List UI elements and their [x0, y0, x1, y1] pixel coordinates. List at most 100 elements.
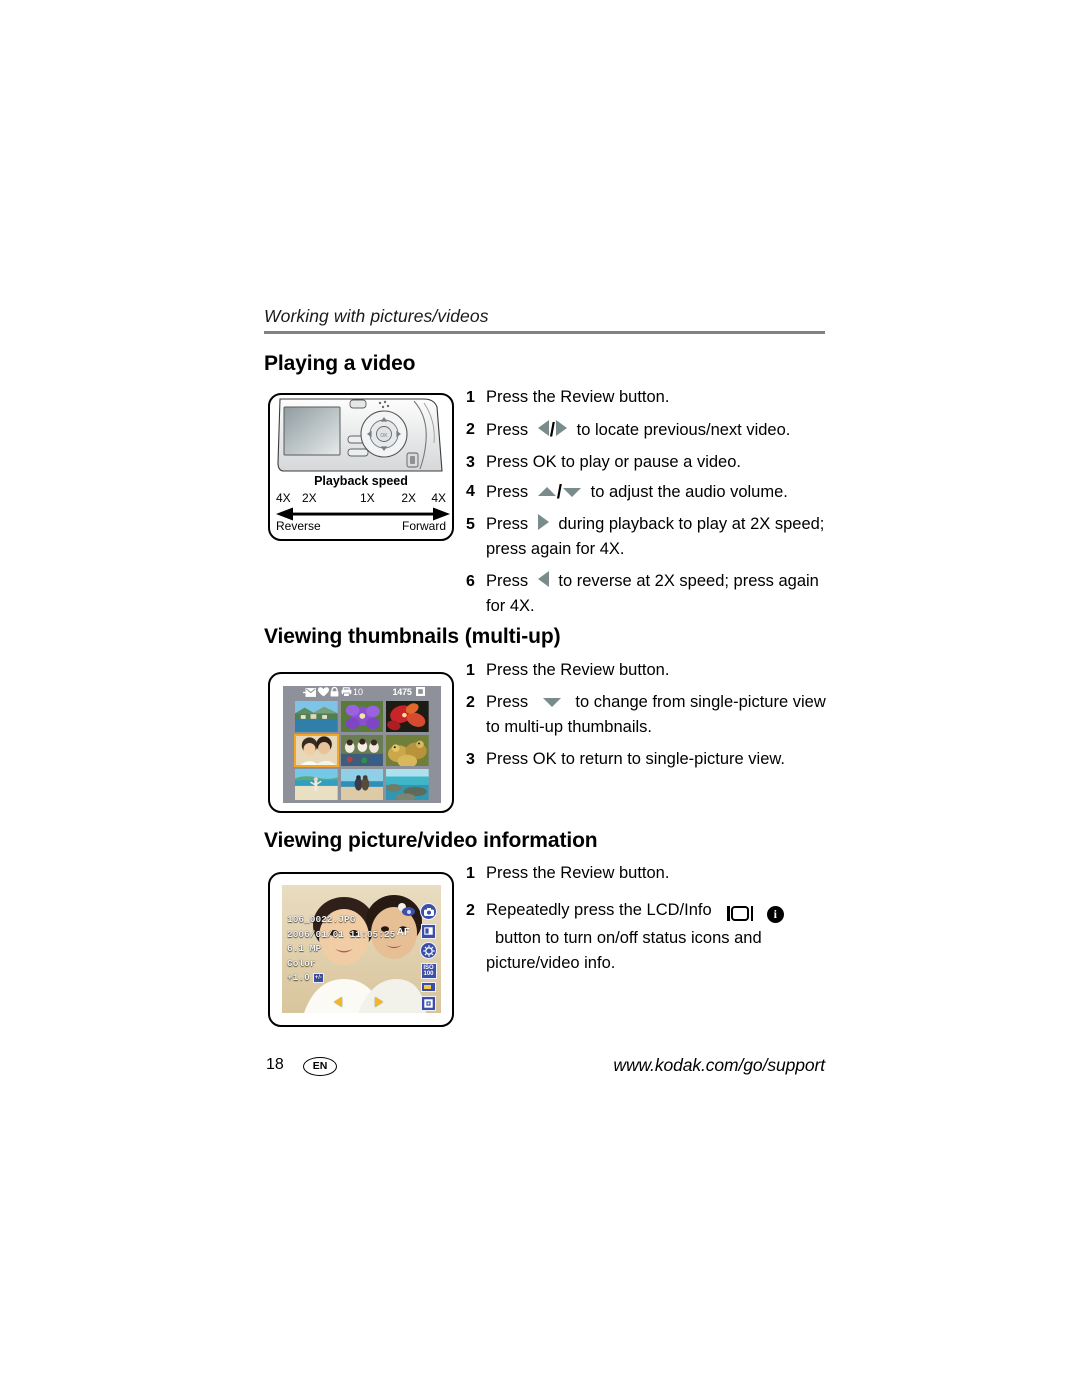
- thumbnail-item[interactable]: [340, 769, 384, 800]
- thumbnail-item[interactable]: [386, 735, 429, 766]
- step-item: 1 Press the Review button.: [466, 658, 828, 683]
- step-item: 1 Press the Review button.: [466, 385, 828, 410]
- step-number: 3: [466, 751, 475, 768]
- step-item: 3 Press OK to play or pause a video.: [466, 450, 828, 475]
- running-header: Working with pictures/videos: [264, 306, 489, 326]
- picture-info-text: 106_0022.JPG 2006/01/01 11:05:25 6.1 MP …: [287, 913, 395, 986]
- step-text-after: button to turn on/off status icons and p…: [486, 929, 762, 972]
- exposure-metering-icon: [421, 995, 436, 1011]
- thumbnail-item[interactable]: [295, 701, 338, 732]
- exposure-comp-icon: +/-: [312, 973, 324, 984]
- step-text-before: Repeatedly press the LCD/Info: [486, 901, 712, 919]
- step-text: Press OK to play or pause a video.: [486, 453, 741, 471]
- footer-support-url: www.kodak.com/go/support: [613, 1055, 825, 1075]
- step-text: Press the Review button.: [486, 864, 670, 882]
- scale-reverse-4x: 4X: [276, 491, 291, 505]
- step-number: 3: [466, 454, 475, 471]
- step-text-after: to adjust the audio volume.: [590, 483, 788, 501]
- step-text: Press / to adjust the audio volume.: [486, 479, 828, 505]
- step-number: 1: [466, 865, 475, 882]
- info-color-mode: Color: [287, 957, 316, 969]
- lcd-info-button-icon: [727, 901, 754, 926]
- scale-center-1x: 1X: [360, 491, 375, 505]
- step-text-before: Press: [486, 483, 529, 501]
- battery-icon: [421, 982, 436, 992]
- step-text: Press / to locate previous/next video.: [486, 417, 828, 443]
- scale-forward-2x: 2X: [401, 491, 416, 505]
- thumbnail-item-selected[interactable]: [294, 734, 339, 767]
- manual-page: Working with pictures/videos Playing a v…: [0, 0, 1080, 1397]
- iso-label: ISO: [423, 964, 434, 971]
- thumbnail-item[interactable]: [340, 735, 384, 766]
- step-text-after: to locate previous/next video.: [576, 421, 791, 439]
- steps-viewing-picture-video-information: 1 Press the Review button. 2 Repeatedly …: [466, 861, 828, 983]
- section-title-viewing-thumbnails: Viewing thumbnails (multi-up): [264, 625, 561, 648]
- playback-speed-caption: Playback speed: [314, 474, 408, 488]
- step-text: Repeatedly press the LCD/Info i button t…: [486, 898, 828, 976]
- pictures-remaining-group: 1475: [392, 687, 425, 697]
- step-number: 6: [466, 573, 475, 590]
- thumbnail-grid: [294, 701, 429, 800]
- info-exposure-compensation: +1.0 +/-: [287, 972, 324, 984]
- pictures-remaining: 1475: [392, 687, 412, 697]
- thumbnail-item[interactable]: [386, 701, 429, 732]
- step-text: Press to change from single-picture view…: [486, 690, 828, 740]
- lcd-status-bar: 10 1475: [283, 687, 441, 700]
- thumbnail-item[interactable]: [386, 769, 429, 800]
- status-icon-column: ISO 100: [420, 903, 437, 1011]
- thumbnail-item[interactable]: [295, 769, 338, 800]
- status-icon-group: 10: [303, 687, 363, 697]
- step-item: 1 Press the Review button.: [466, 861, 828, 886]
- forward-label: Forward: [401, 519, 446, 533]
- up-down-arrows-icon: /: [533, 479, 586, 505]
- steps-playing-a-video: 1 Press the Review button. 2 Press / to …: [466, 385, 828, 626]
- internal-memory-icon: [416, 687, 425, 696]
- focus-mode-label: AF: [396, 927, 410, 938]
- header-rule: [264, 331, 825, 334]
- step-item: 2 Press / to locate previous/next video.: [466, 417, 828, 443]
- page-number: 18: [266, 1056, 284, 1073]
- print-count: 10: [353, 687, 364, 697]
- lcd-display-icon: [421, 923, 436, 939]
- print-order-icon: [341, 687, 351, 697]
- protect-lock-icon: [330, 687, 339, 697]
- camera-lcd-thumbnail-view: 10 1475: [283, 686, 441, 803]
- step-number: 1: [466, 389, 475, 406]
- step-text-before: Press: [486, 693, 529, 711]
- step-item: 2 Press to change from single-picture vi…: [466, 690, 828, 740]
- camera-lcd-info-view: 106_0022.JPG 2006/01/01 11:05:25 6.1 MP …: [282, 885, 441, 1013]
- step-item: 2 Repeatedly press the LCD/Info i button…: [466, 898, 828, 976]
- step-item: 6 Press to reverse at 2X speed; press ag…: [466, 569, 828, 619]
- illustration-picture-info: 106_0022.JPG 2006/01/01 11:05:25 6.1 MP …: [268, 872, 454, 1027]
- scale-reverse-2x: 2X: [302, 491, 317, 505]
- illustration-multiup-thumbnails: 10 1475: [268, 672, 454, 813]
- left-arrow-icon: [533, 569, 554, 594]
- email-share-icon: [303, 687, 316, 697]
- illustration-playback-speed: OK Playback speed 4X 2X 1X 2X 4X Reverse…: [268, 393, 454, 541]
- down-arrow-icon: [533, 690, 571, 715]
- playback-direction-labels: Reverse Forward: [276, 519, 446, 535]
- step-text: Press the Review button.: [486, 388, 670, 406]
- svg-text:OK: OK: [380, 433, 388, 439]
- camera-back-drawing: OK: [277, 398, 443, 472]
- step-number: 5: [466, 516, 475, 533]
- steps-viewing-thumbnails: 1 Press the Review button. 2 Press to ch…: [466, 658, 828, 779]
- step-text: Press to reverse at 2X speed; press agai…: [486, 569, 828, 619]
- step-text: Press the Review button.: [486, 661, 670, 679]
- white-balance-icon: [420, 942, 437, 959]
- step-number: 2: [466, 694, 475, 711]
- step-text: Press during playback to play at 2X spee…: [486, 512, 828, 562]
- next-picture-arrow-icon[interactable]: [375, 997, 383, 1007]
- info-filename: 106_0022.JPG: [287, 914, 356, 925]
- step-number: 2: [466, 421, 475, 438]
- info-circle-icon: i: [766, 906, 784, 923]
- step-text-before: Press: [486, 421, 529, 439]
- thumbnail-item[interactable]: [340, 701, 384, 732]
- step-text-before: Press: [486, 515, 529, 533]
- prev-picture-arrow-icon[interactable]: [334, 997, 342, 1007]
- step-item: 5 Press during playback to play at 2X sp…: [466, 512, 828, 562]
- left-right-arrows-icon: /: [533, 417, 572, 443]
- language-badge: EN: [303, 1057, 337, 1076]
- scale-forward-4x: 4X: [431, 491, 446, 505]
- step-text: Press OK to return to single-picture vie…: [486, 750, 785, 768]
